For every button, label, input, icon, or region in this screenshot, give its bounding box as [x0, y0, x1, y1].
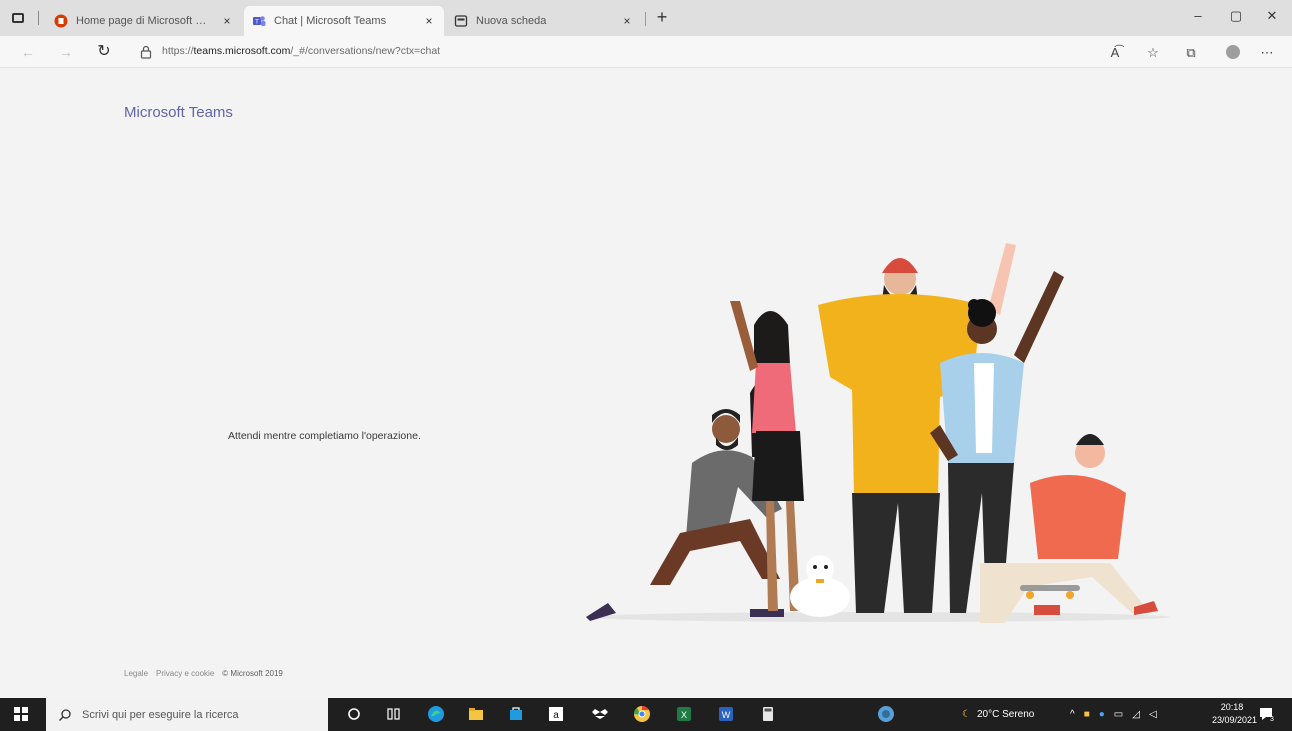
- url-prefix: https://: [162, 45, 194, 57]
- cortana-icon[interactable]: [344, 704, 364, 724]
- edge-icon[interactable]: [426, 704, 446, 724]
- brand-title: Microsoft Teams: [124, 104, 233, 121]
- lock-icon[interactable]: [140, 45, 152, 59]
- windows-start-icon[interactable]: [14, 707, 28, 721]
- url-path: /_#/conversations/new?ctx=chat: [290, 45, 441, 57]
- svg-text:W: W: [722, 710, 731, 720]
- system-tray: ^ ■ ● ▭ ◿ ◁: [1070, 698, 1157, 731]
- windows-taskbar: Scrivi qui per eseguire la ricerca a X W…: [0, 698, 1292, 731]
- tab-divider: [38, 11, 39, 25]
- tab-office-home[interactable]: Home page di Microsoft Office ×: [46, 6, 242, 36]
- loading-status-message: Attendi mentre completiamo l'operazione.: [228, 430, 421, 442]
- clock-date: 23/09/2021: [1212, 715, 1258, 725]
- weather-text: 20°C Sereno: [976, 709, 1035, 720]
- tab-close-button[interactable]: ×: [620, 14, 634, 28]
- tab-close-button[interactable]: ×: [422, 14, 436, 28]
- back-button[interactable]: ←: [18, 42, 38, 62]
- new-tab-page-icon: [454, 14, 468, 28]
- task-view-icon[interactable]: [384, 704, 404, 724]
- browser-window: Home page di Microsoft Office × T Chat |…: [0, 0, 1292, 731]
- tab-title: Nuova scheda: [476, 15, 547, 27]
- volume-icon[interactable]: ◁: [1149, 709, 1157, 720]
- weather-widget[interactable]: ☾ 20°C Sereno: [962, 698, 1034, 731]
- clock-time: 20:18: [1220, 702, 1244, 712]
- copyright-text: © Microsoft 2019: [222, 669, 283, 678]
- network-icon[interactable]: ◿: [1132, 709, 1140, 720]
- moon-icon: ☾: [962, 709, 971, 720]
- collections-icon[interactable]: ⧉: [1182, 44, 1200, 62]
- notification-count: 3: [1270, 716, 1274, 722]
- store-icon[interactable]: [506, 704, 526, 724]
- svg-text:a: a: [553, 710, 559, 721]
- word-icon[interactable]: W: [716, 704, 736, 724]
- tab-title: Chat | Microsoft Teams: [274, 15, 387, 27]
- legal-link[interactable]: Legale: [124, 669, 148, 678]
- file-explorer-icon[interactable]: [466, 704, 486, 724]
- tray-app-icon[interactable]: ●: [1099, 709, 1105, 720]
- profile-icon[interactable]: [1226, 45, 1240, 59]
- favorites-icon[interactable]: ☆: [1144, 44, 1162, 62]
- more-icon[interactable]: ⋯: [1258, 44, 1276, 62]
- privacy-link[interactable]: Privacy e cookie: [156, 669, 214, 678]
- people-illustration: [586, 243, 1170, 623]
- forward-button[interactable]: →: [56, 42, 76, 62]
- tab-actions-icon[interactable]: [8, 8, 28, 28]
- skateboard-figure: [1020, 585, 1080, 599]
- office-icon: [54, 14, 68, 28]
- teams-icon: T: [252, 14, 266, 28]
- new-tab-button[interactable]: +: [652, 8, 672, 28]
- tab-close-button[interactable]: ×: [220, 14, 234, 28]
- teams-loading-page: Microsoft Teams Attendi mentre completia…: [0, 68, 1292, 698]
- dog-figure: [790, 555, 850, 617]
- browser-toolbar: ← → ↻ https://teams.microsoft.com/_#/con…: [0, 36, 1292, 68]
- reload-button[interactable]: ↻: [94, 42, 114, 62]
- tray-app-icon[interactable]: ■: [1084, 709, 1090, 720]
- dropbox-icon[interactable]: [590, 704, 610, 724]
- svg-text:T: T: [255, 20, 259, 26]
- search-placeholder: Scrivi qui per eseguire la ricerca: [82, 708, 239, 721]
- amazon-icon[interactable]: a: [546, 704, 566, 724]
- tab-title: Home page di Microsoft Office: [76, 15, 214, 27]
- taskbar-search-box[interactable]: Scrivi qui per eseguire la ricerca: [46, 698, 328, 731]
- user-status-icon[interactable]: [876, 704, 896, 724]
- tab-new[interactable]: Nuova scheda ×: [446, 6, 642, 36]
- tab-divider: [645, 12, 646, 26]
- page-footer: Legale Privacy e cookie © Microsoft 2019: [124, 669, 283, 678]
- tab-strip: Home page di Microsoft Office × T Chat |…: [0, 0, 1292, 36]
- maximize-button[interactable]: ▢: [1224, 8, 1248, 28]
- minimize-button[interactable]: –: [1186, 8, 1210, 28]
- url-host: teams.microsoft.com: [193, 45, 291, 57]
- notification-center-icon[interactable]: 3: [1258, 706, 1274, 722]
- chevron-up-icon[interactable]: ^: [1070, 709, 1075, 720]
- chrome-icon[interactable]: [632, 704, 652, 724]
- address-bar[interactable]: https://teams.microsoft.com/_#/conversat…: [162, 45, 440, 57]
- calculator-icon[interactable]: [758, 704, 778, 724]
- svg-text:X: X: [681, 710, 687, 720]
- taskbar-clock[interactable]: 20:18 23/09/2021: [1212, 701, 1258, 727]
- read-aloud-icon[interactable]: A͡: [1106, 44, 1124, 62]
- tab-teams-chat[interactable]: T Chat | Microsoft Teams ×: [244, 6, 444, 36]
- excel-icon[interactable]: X: [674, 704, 694, 724]
- search-icon: [59, 708, 71, 721]
- battery-icon[interactable]: ▭: [1114, 709, 1123, 720]
- close-window-button[interactable]: ✕: [1260, 8, 1284, 28]
